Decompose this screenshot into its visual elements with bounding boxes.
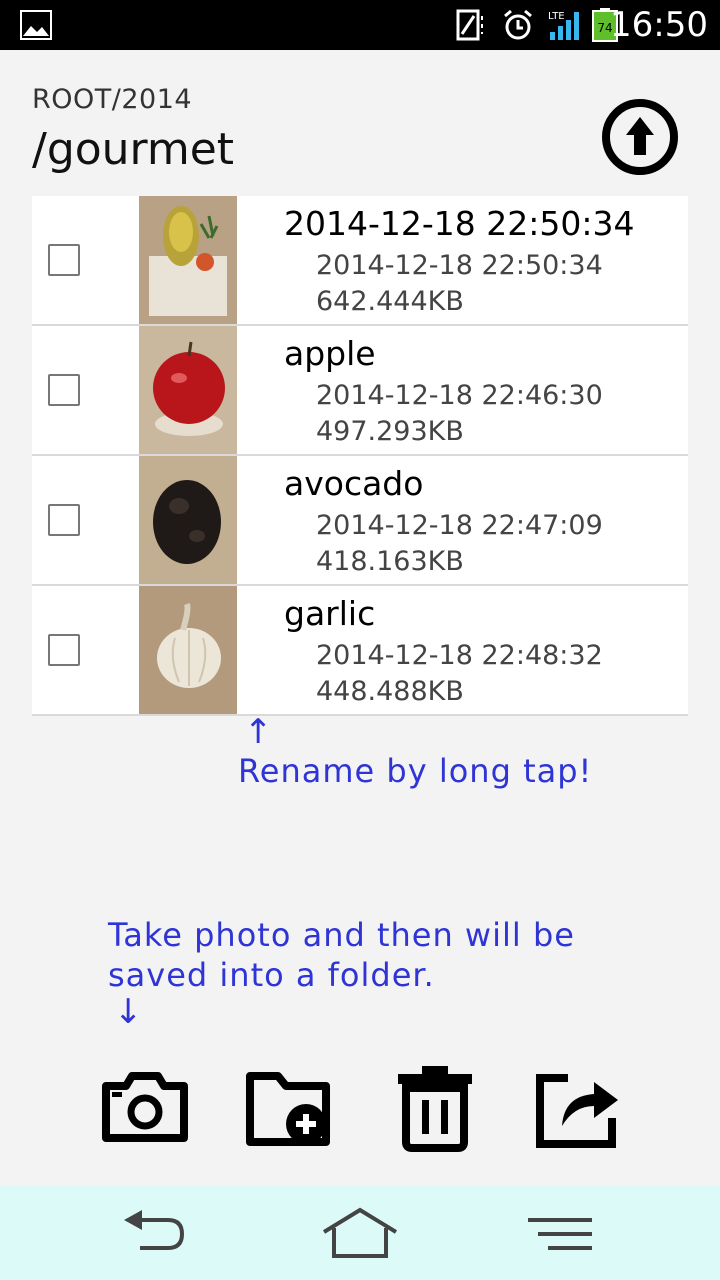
photo-hint-arrow: ↓ — [114, 992, 143, 1032]
file-date: 2014-12-18 22:50:34 — [316, 250, 603, 281]
list-item[interactable]: avocado 2014-12-18 22:47:09 418.163KB — [32, 456, 688, 586]
file-date: 2014-12-18 22:48:32 — [316, 640, 603, 671]
file-size: 497.293KB — [316, 416, 464, 447]
file-size: 642.444KB — [316, 286, 464, 317]
page-title: /gourmet — [32, 124, 235, 175]
select-checkbox[interactable] — [48, 374, 80, 406]
file-name: garlic — [284, 594, 376, 633]
thumbnail-image — [139, 196, 237, 324]
navigation-bar — [0, 1186, 720, 1280]
new-folder-icon[interactable] — [244, 1062, 334, 1152]
rename-hint-arrow: ↑ — [244, 712, 273, 752]
select-checkbox[interactable] — [48, 634, 80, 666]
photo-hint-line2: saved into a folder. — [108, 956, 435, 994]
trash-icon[interactable] — [390, 1062, 480, 1152]
file-date: 2014-12-18 22:46:30 — [316, 380, 603, 411]
signal-icon: LTE — [548, 11, 579, 40]
file-size: 448.488KB — [316, 676, 464, 707]
photo-hint-line1: Take photo and then will be — [108, 916, 575, 954]
file-name: apple — [284, 334, 376, 373]
file-name: avocado — [284, 464, 424, 503]
status-bar: LTE 74 16:50 — [0, 0, 720, 50]
vibrate-icon — [456, 9, 483, 41]
status-time: 16:50 — [610, 5, 708, 45]
file-name: 2014-12-18 22:50:34 — [284, 204, 635, 243]
file-list: 2014-12-18 22:50:34 2014-12-18 22:50:34 … — [32, 196, 688, 716]
camera-icon[interactable] — [100, 1062, 190, 1152]
home-icon[interactable] — [320, 1206, 400, 1260]
list-item[interactable]: apple 2014-12-18 22:46:30 497.293KB — [32, 326, 688, 456]
alarm-icon — [504, 9, 532, 40]
file-date: 2014-12-18 22:47:09 — [316, 510, 603, 541]
thumbnail-image — [139, 326, 237, 454]
network-label: LTE — [548, 11, 565, 22]
gallery-icon — [20, 10, 52, 40]
thumbnail-image — [139, 586, 237, 714]
select-checkbox[interactable] — [48, 244, 80, 276]
rename-hint: Rename by long tap! — [238, 752, 593, 790]
breadcrumb: ROOT/2014 — [32, 84, 193, 115]
thumbnail-image — [139, 456, 237, 584]
back-icon[interactable] — [120, 1206, 190, 1260]
select-checkbox[interactable] — [48, 504, 80, 536]
arrow-up-circle-icon[interactable] — [596, 99, 684, 175]
share-icon[interactable] — [532, 1062, 622, 1152]
list-item[interactable]: garlic 2014-12-18 22:48:32 448.488KB — [32, 586, 688, 716]
menu-icon[interactable] — [524, 1206, 596, 1260]
list-item[interactable]: 2014-12-18 22:50:34 2014-12-18 22:50:34 … — [32, 196, 688, 326]
file-size: 418.163KB — [316, 546, 464, 577]
